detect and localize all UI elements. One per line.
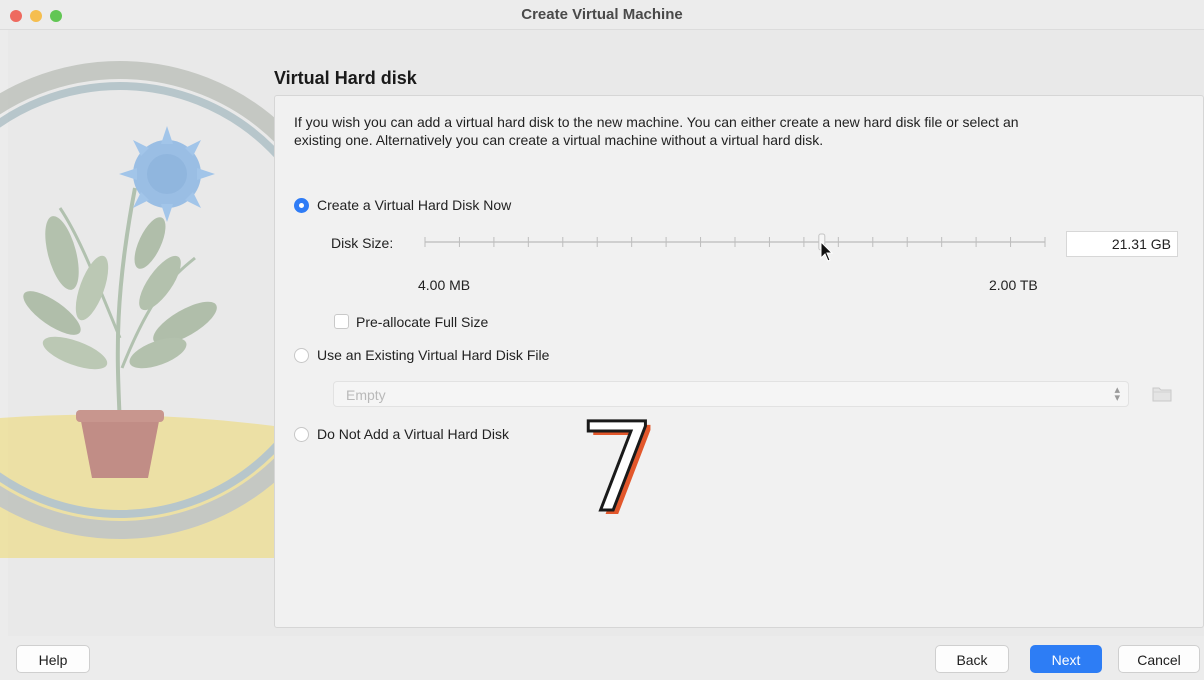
disk-size-label: Disk Size:: [331, 235, 394, 251]
preallocate-label[interactable]: Pre-allocate Full Size: [356, 314, 488, 330]
use-existing-disk-radio[interactable]: [294, 348, 309, 363]
existing-disk-value: Empty: [346, 387, 386, 403]
disk-size-field[interactable]: 21.31 GB: [1066, 231, 1178, 257]
step-number-overlay: 7 7: [577, 396, 668, 544]
disk-size-min-label: 4.00 MB: [418, 277, 471, 293]
preallocate-checkbox[interactable]: [334, 314, 349, 329]
use-existing-disk-label[interactable]: Use an Existing Virtual Hard Disk File: [317, 347, 549, 363]
folder-icon[interactable]: [1150, 383, 1174, 405]
disk-size-max-label: 2.00 TB: [989, 277, 1038, 293]
create-disk-now-radio[interactable]: [294, 198, 309, 213]
wizard-illustration: [0, 38, 290, 558]
page-heading: Virtual Hard disk: [274, 68, 417, 88]
updown-arrows-icon: ▴ ▾: [1114, 384, 1120, 404]
cancel-button[interactable]: Cancel: [1118, 645, 1200, 673]
disk-size-slider[interactable]: [420, 232, 1050, 252]
mouse-cursor-icon: [820, 241, 834, 262]
flower-icon: [119, 126, 215, 222]
title-bar: Create Virtual Machine: [0, 0, 1204, 30]
back-button[interactable]: Back: [935, 645, 1009, 673]
page-description: If you wish you can add a virtual hard d…: [294, 114, 1019, 148]
window-title: Create Virtual Machine: [521, 6, 683, 23]
existing-disk-select[interactable]: Empty ▴ ▾: [333, 381, 1129, 407]
do-not-add-disk-label[interactable]: Do Not Add a Virtual Hard Disk: [317, 426, 509, 442]
next-button[interactable]: Next: [1030, 645, 1102, 673]
do-not-add-disk-radio[interactable]: [294, 427, 309, 442]
create-disk-now-label[interactable]: Create a Virtual Hard Disk Now: [317, 197, 511, 213]
step-number-text: 7: [578, 400, 656, 525]
help-button[interactable]: Help: [16, 645, 90, 673]
